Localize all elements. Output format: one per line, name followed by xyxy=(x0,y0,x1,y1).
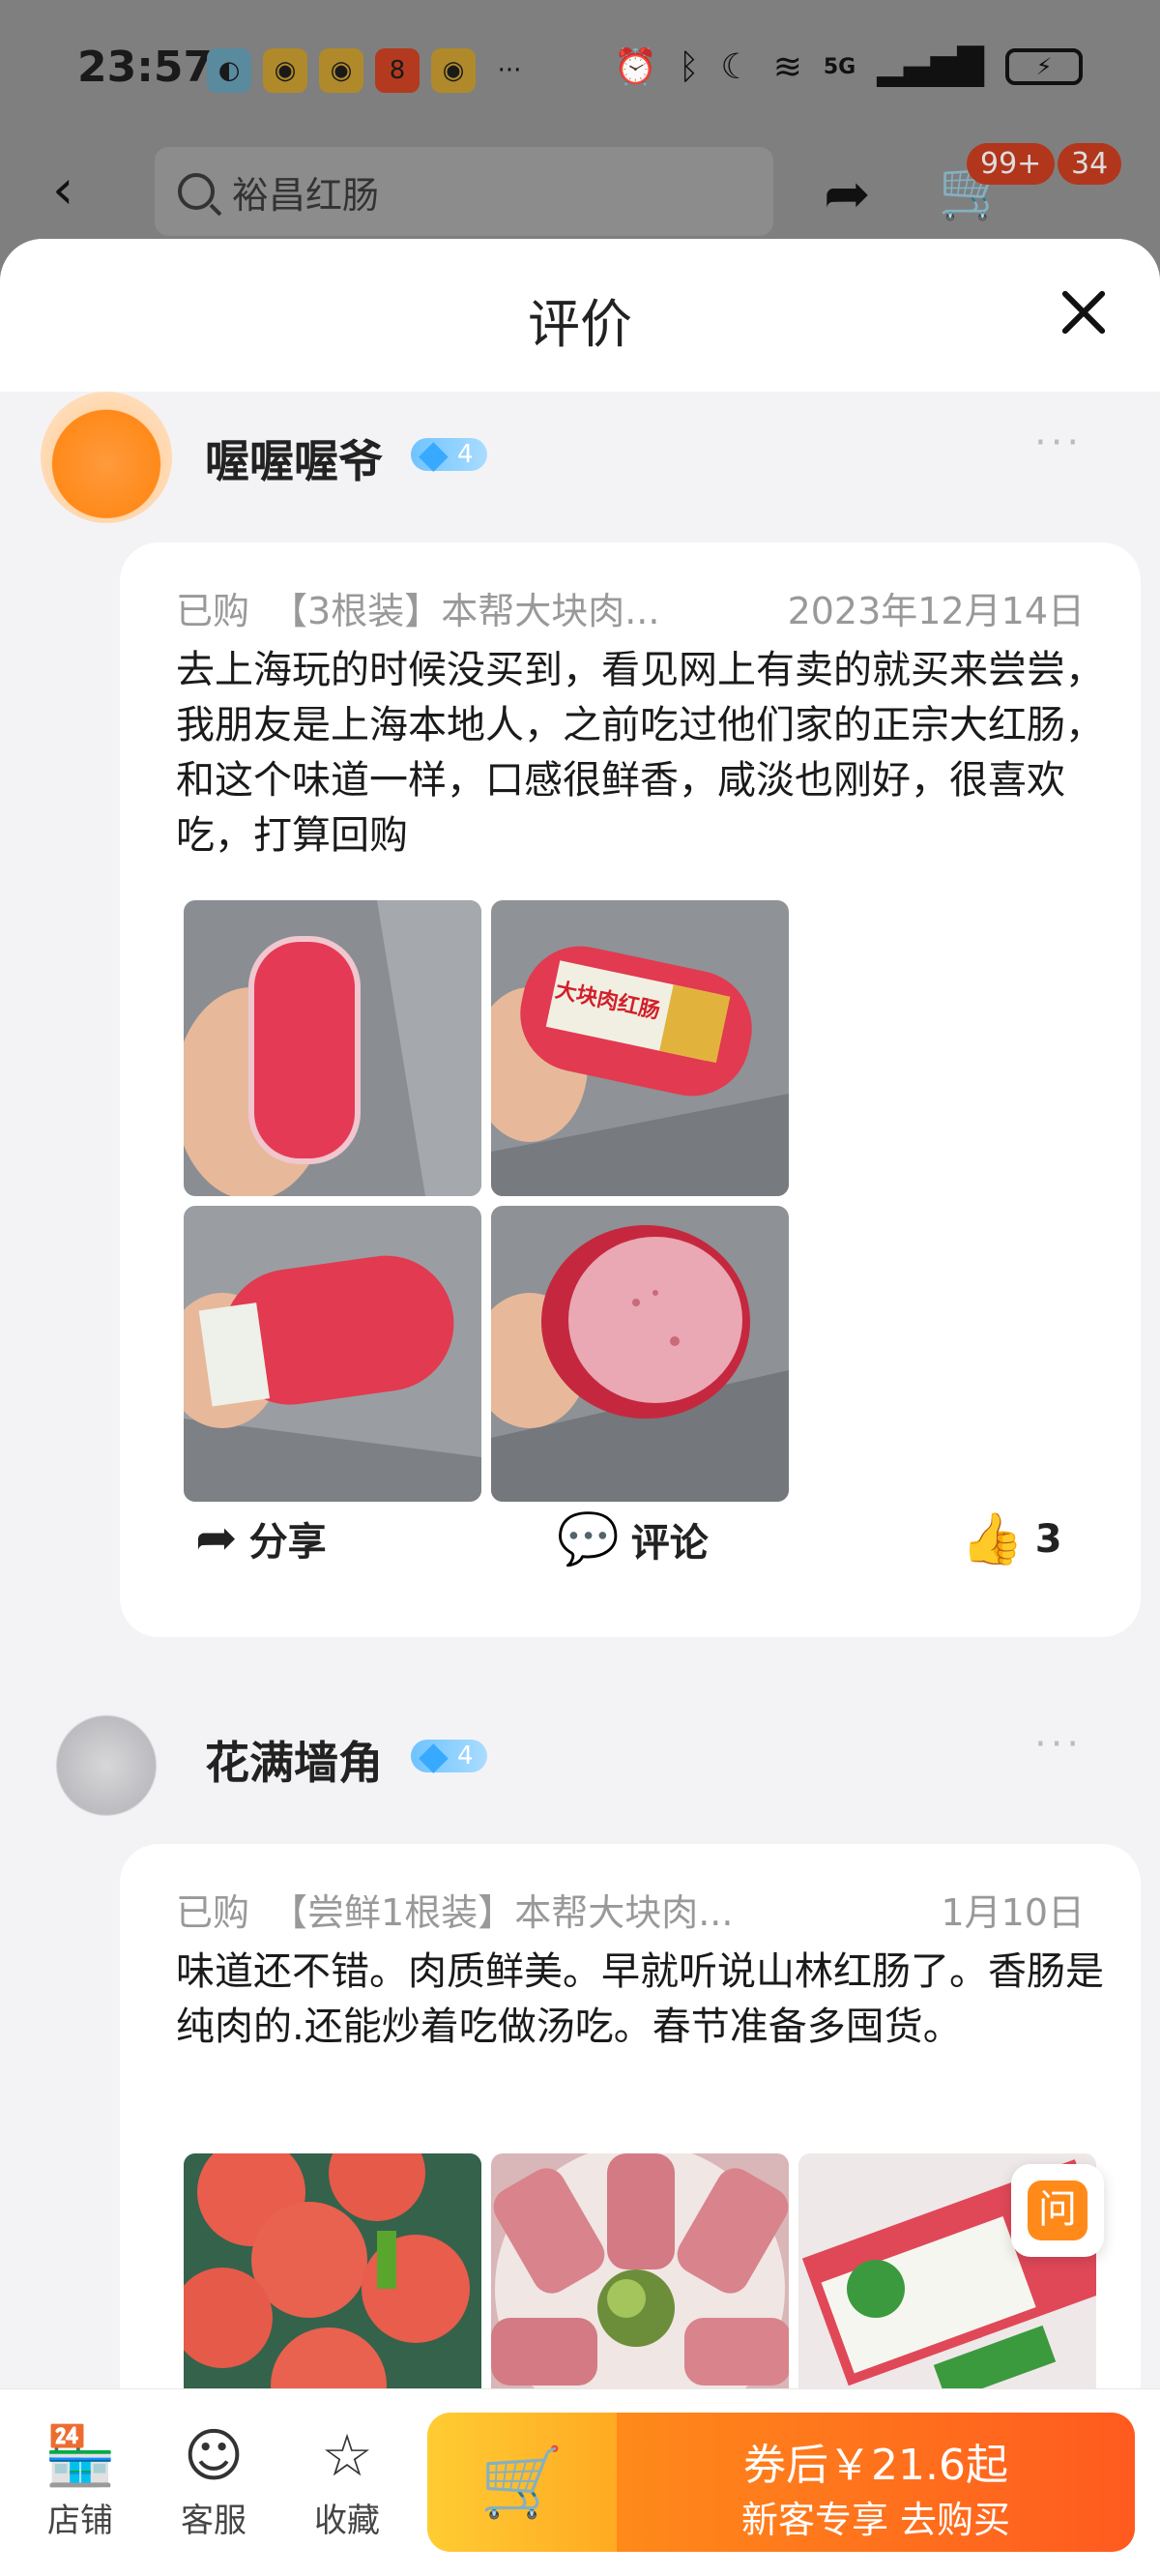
share-icon[interactable]: ➦ xyxy=(824,161,871,226)
share-button[interactable]: ➦ 分享 xyxy=(195,1509,327,1567)
purchased-product-name: 【3根装】本帮大块肉... xyxy=(271,590,660,632)
bluetooth-icon: ᛒ xyxy=(678,46,700,87)
back-arrow-icon[interactable]: ‹ xyxy=(52,159,73,221)
review-username[interactable]: 花满墙角 xyxy=(205,1728,383,1792)
user-level-badge: 4 xyxy=(411,432,487,477)
star-icon: ☆ xyxy=(321,2422,373,2490)
review-username[interactable]: 喔喔喔爷 xyxy=(205,426,383,490)
comment-button[interactable]: 💬 评论 xyxy=(557,1509,709,1568)
review-photo[interactable] xyxy=(184,1206,481,1502)
purchase-cta: 🛒 券后￥21.6起 新客专享 去购买 xyxy=(427,2413,1135,2552)
product-nav-bar: ‹ 裕昌红肠 ➦ 🛒 99+ 34 xyxy=(0,135,1160,242)
weibo-notification-icon: ◉ xyxy=(319,48,363,93)
purchased-label: 已购 xyxy=(176,1891,250,1934)
user-level-badge: 4 xyxy=(411,1734,487,1778)
cart-plus-icon: 🛒 xyxy=(479,2442,565,2522)
weibo-notification-icon: ◉ xyxy=(263,48,307,93)
search-box[interactable]: 裕昌红肠 xyxy=(155,147,773,236)
system-icons: ⏰ ᛒ ☾ ≋ 5G ▂▄▆█ ⚡ xyxy=(614,46,1083,87)
purchased-label: 已购 xyxy=(176,590,250,632)
review-text: 味道还不错。肉质鲜美。早就听说山林红肠了。香肠是纯肉的.还能炒着吃做汤吃。春节准… xyxy=(176,1949,1104,2049)
comment-label: 评论 xyxy=(630,1520,709,1566)
more-notifications-icon: ··· xyxy=(497,56,522,85)
avatar[interactable] xyxy=(41,1693,172,1825)
coupon-price: 券后￥21.6起 xyxy=(743,2441,1008,2490)
ask-question-button[interactable]: 问 xyxy=(1011,2164,1104,2257)
weibo-notification-icon: ◉ xyxy=(431,48,476,93)
share-label: 分享 xyxy=(248,1520,327,1565)
like-button[interactable]: 👍 3 xyxy=(961,1509,1062,1568)
customer-service-button[interactable]: ☺ 客服 xyxy=(160,2424,267,2541)
review-photo[interactable]: 大块肉红肠 xyxy=(491,900,789,1196)
ask-icon: 问 xyxy=(1028,2181,1088,2240)
review-photo[interactable] xyxy=(491,1206,789,1502)
message-count-badge: 34 xyxy=(1058,143,1122,185)
share-icon: ➦ xyxy=(195,1509,238,1567)
review-text: 去上海玩的时候没买到，看见网上有卖的就买来尝尝，我朋友是上海本地人，之前吃过他们… xyxy=(176,648,1104,858)
favorite-label: 收藏 xyxy=(314,2502,380,2540)
purchased-product-name: 【尝鲜1根装】本帮大块肉... xyxy=(271,1891,734,1934)
cart-count-badge: 99+ xyxy=(967,143,1056,185)
search-text: 裕昌红肠 xyxy=(232,173,380,217)
purchased-product[interactable]: 已购 【尝鲜1根装】本帮大块肉... xyxy=(176,1883,733,1936)
network-label: 5G xyxy=(823,54,856,79)
notification-icons: ◐ ◉ ◉ 8 ◉ ··· xyxy=(207,48,532,93)
like-count: 3 xyxy=(1034,1516,1062,1562)
thumbs-up-icon: 👍 xyxy=(961,1510,1024,1568)
sheet-title: 评价 xyxy=(528,294,632,355)
shop-label: 店铺 xyxy=(47,2502,113,2540)
purchased-product[interactable]: 已购 【3根装】本帮大块肉... xyxy=(176,581,659,634)
review-sheet: 评价 喔喔喔爷 4 ··· 已购【3根装】本帮大块肉... 2023年12月14… xyxy=(0,239,1160,2576)
alarm-icon: ⏰ xyxy=(613,47,657,87)
close-button[interactable] xyxy=(1054,283,1112,341)
wifi-icon: ≋ xyxy=(772,46,802,87)
avatar[interactable] xyxy=(41,392,172,523)
bottom-action-bar: 🏪 店铺 ☺ 客服 ☆ 收藏 🛒 券后￥21.6起 新客专享 去购买 xyxy=(0,2388,1160,2576)
favorite-button[interactable]: ☆ 收藏 xyxy=(294,2424,400,2541)
smiley-icon: ☺ xyxy=(183,2422,245,2490)
comment-icon: 💬 xyxy=(557,1510,620,1568)
more-options-icon[interactable]: ··· xyxy=(1034,421,1083,465)
buy-now-button[interactable]: 券后￥21.6起 新客专享 去购买 xyxy=(617,2413,1135,2552)
more-options-icon[interactable]: ··· xyxy=(1034,1722,1083,1767)
add-to-cart-button[interactable]: 🛒 xyxy=(427,2413,617,2552)
service-label: 客服 xyxy=(181,2502,246,2540)
review-date: 2023年12月14日 xyxy=(787,590,1085,632)
status-time: 23:57 xyxy=(77,43,214,92)
review-card: 已购 【3根装】本帮大块肉... 2023年12月14日 去上海玩的时候没买到，看… xyxy=(120,542,1141,1637)
moon-icon: ☾ xyxy=(720,46,752,87)
signal-icon: ▂▄▆█ xyxy=(877,46,984,87)
battery-icon: ⚡ xyxy=(1005,48,1083,85)
shop-button[interactable]: 🏪 店铺 xyxy=(27,2424,133,2541)
app-notification-icon: 8 xyxy=(375,48,420,93)
sheet-header: 评价 xyxy=(0,239,1160,392)
search-icon xyxy=(178,173,215,210)
new-customer-label: 新客专享 去购买 xyxy=(740,2499,1011,2541)
review-photo[interactable] xyxy=(184,900,481,1196)
app-notification-icon: ◐ xyxy=(207,48,251,93)
review-actions: ➦ 分享 💬 评论 👍 3 xyxy=(120,1509,1141,1587)
status-bar: 23:57 ◐ ◉ ◉ 8 ◉ ··· ⏰ ᛒ ☾ ≋ 5G ▂▄▆█ ⚡ xyxy=(0,0,1160,135)
store-icon: 🏪 xyxy=(44,2422,117,2490)
review-date: 1月10日 xyxy=(941,1891,1085,1934)
